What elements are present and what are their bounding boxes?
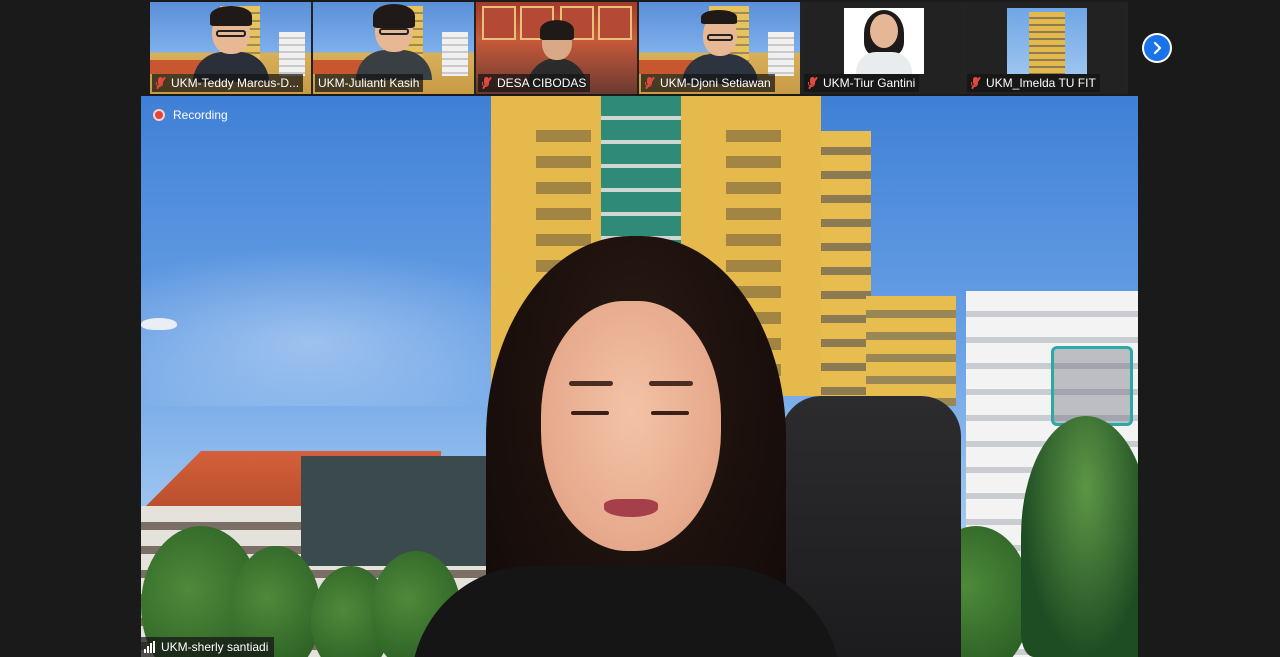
participant-name-tag: UKM-Teddy Marcus-D... (152, 74, 304, 92)
participant-glasses (706, 34, 733, 41)
participant-name-tag: DESA CIBODAS (478, 74, 591, 92)
participant-name: UKM_Imelda TU FIT (986, 76, 1096, 90)
participant-head (209, 6, 252, 54)
participant-hair (372, 4, 415, 28)
mic-muted-icon (481, 76, 492, 90)
mic-muted-icon (644, 76, 655, 90)
participant-name: UKM-Teddy Marcus-D... (171, 76, 300, 90)
meeting-window: UKM-Teddy Marcus-D... UKM-Julianti Kasih (0, 0, 1280, 657)
profile-photo (844, 8, 924, 74)
participant-head (372, 4, 415, 52)
participant-tile[interactable]: UKM-Tiur Gantini (802, 2, 963, 94)
participant-glasses (215, 30, 246, 37)
participant-strip: UKM-Teddy Marcus-D... UKM-Julianti Kasih (150, 2, 1128, 94)
participant-name-tag: UKM-Tiur Gantini (804, 74, 920, 92)
recording-indicator[interactable]: Recording (153, 108, 228, 122)
participant-head (539, 20, 574, 60)
participant-hair (700, 10, 737, 24)
chevron-right-icon (1144, 35, 1170, 61)
participant-name: UKM-Tiur Gantini (823, 76, 916, 90)
participant-name: UKM-Julianti Kasih (318, 76, 420, 90)
participant-tile[interactable]: UKM-Teddy Marcus-D... (150, 2, 311, 94)
participant-figure (355, 4, 432, 80)
connection-signal-icon (144, 641, 156, 653)
profile-photo (1007, 8, 1087, 74)
participant-tile[interactable]: DESA CIBODAS (476, 2, 637, 94)
mic-muted-icon (155, 76, 166, 90)
speaker-face (541, 301, 721, 551)
participant-name-tag: UKM_Imelda TU FIT (967, 74, 1100, 92)
participant-tile[interactable]: UKM-Julianti Kasih (313, 2, 474, 94)
street-lamp (141, 318, 177, 330)
background-building (442, 32, 468, 76)
participant-name-tag: UKM-Julianti Kasih (315, 74, 424, 92)
participant-tile[interactable]: UKM-Djoni Setiawan (639, 2, 800, 94)
mic-muted-icon (970, 76, 981, 90)
recording-label: Recording (173, 108, 228, 122)
participant-hair (209, 6, 252, 26)
background-palm (1021, 416, 1138, 657)
background-building (768, 32, 794, 76)
active-speaker-video[interactable]: Recording UKM-sherly santiadi (141, 96, 1138, 657)
next-page-button[interactable] (1142, 33, 1172, 63)
participant-head (700, 10, 737, 56)
background-building (866, 296, 956, 406)
background-panel (482, 6, 516, 40)
participant-glasses (378, 28, 409, 35)
participant-tile[interactable]: UKM_Imelda TU FIT (965, 2, 1126, 94)
speaker-name-tag: UKM-sherly santiadi (141, 637, 275, 657)
background-building (301, 456, 501, 566)
background-panel (598, 6, 632, 40)
background-building (821, 131, 871, 401)
speaker-name: UKM-sherly santiadi (161, 640, 269, 654)
participant-name-tag: UKM-Djoni Setiawan (641, 74, 775, 92)
background-building (279, 32, 305, 76)
participant-name: DESA CIBODAS (497, 76, 587, 90)
participant-hair (539, 20, 574, 40)
recording-icon (153, 109, 165, 121)
mic-muted-icon (807, 76, 818, 90)
participant-figure (192, 6, 269, 82)
participant-name: UKM-Djoni Setiawan (660, 76, 771, 90)
speaker-body (411, 566, 841, 657)
